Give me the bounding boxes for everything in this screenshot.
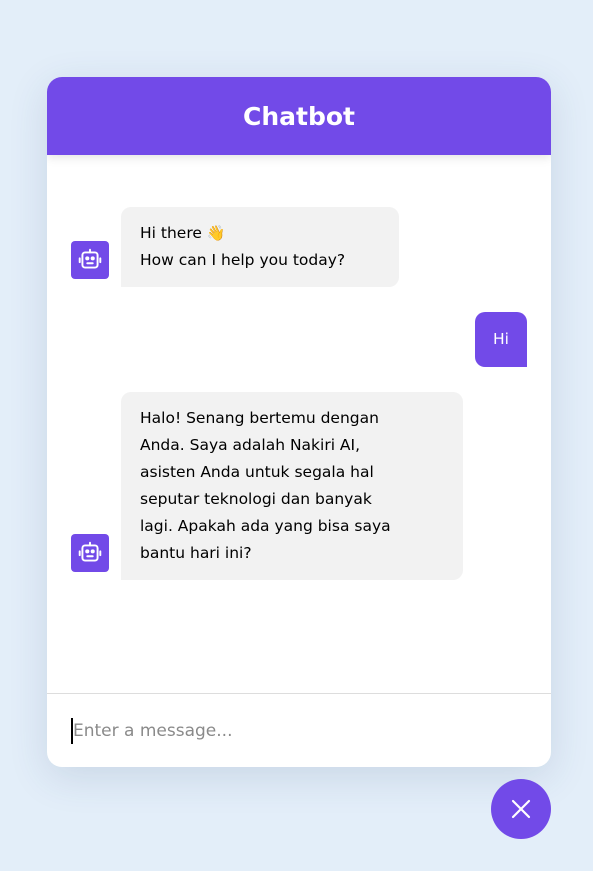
message-input[interactable]: [71, 717, 527, 744]
chat-message-incoming: Halo! Senang bertemu dengan Anda. Saya a…: [71, 392, 527, 580]
chatbot-header: Chatbot: [47, 77, 551, 155]
message-text: How can I help you today?: [140, 251, 346, 269]
close-icon: [510, 798, 532, 820]
chatbot-toggle-button[interactable]: [491, 779, 551, 839]
chat-log[interactable]: Hi there 👋 How can I help you today? Hi …: [47, 171, 551, 677]
chat-bubble: Halo! Senang bertemu dengan Anda. Saya a…: [121, 392, 463, 580]
chat-bubble: Hi: [475, 312, 527, 367]
chat-bubble: Hi there 👋 How can I help you today?: [121, 207, 399, 287]
robot-icon: [71, 534, 109, 572]
message-text: Hi there: [140, 224, 202, 242]
waving-hand-emoji: 👋: [206, 224, 226, 242]
chatbot-window: Chatbot Hi there 👋 How can I help you to…: [47, 77, 551, 767]
chat-message-incoming: Hi there 👋 How can I help you today?: [71, 207, 527, 287]
robot-icon: [71, 241, 109, 279]
chatbot-title: Chatbot: [243, 101, 355, 131]
chat-input-area: [47, 693, 551, 767]
chat-message-outgoing: Hi: [71, 312, 527, 367]
